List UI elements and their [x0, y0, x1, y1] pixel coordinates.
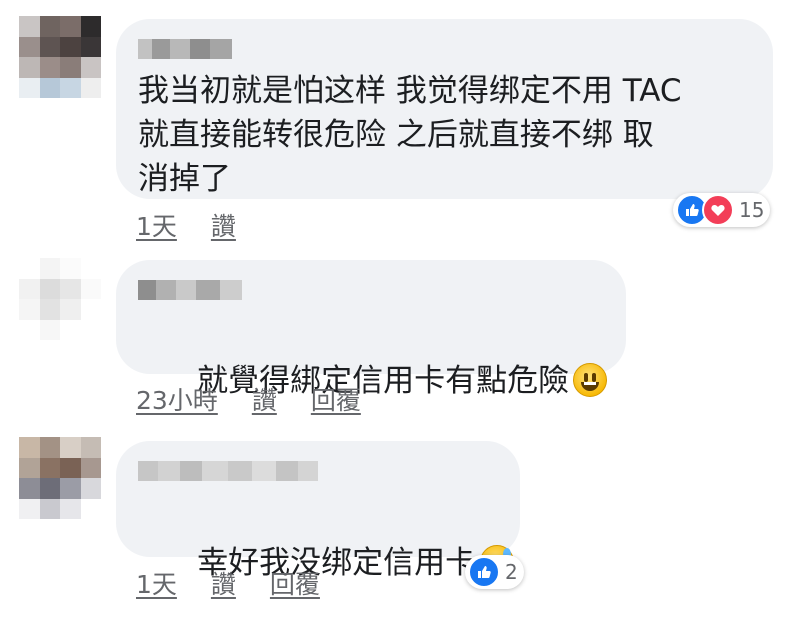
timestamp-link[interactable]: 23小時 — [136, 381, 218, 417]
comment-text: 幸好我没绑定信用卡 — [138, 497, 515, 629]
comment-bubble: 我当初就是怕这样 我觉得绑定不用 TAC 就直接能转很危险 之后就直接不绑 取 … — [116, 19, 773, 199]
timestamp-link[interactable]: 1天 — [136, 207, 177, 243]
author-name-blurred[interactable] — [138, 280, 242, 300]
like-button[interactable]: 讚 — [252, 381, 277, 417]
reaction-summary[interactable]: 15 — [673, 193, 771, 227]
author-name-blurred[interactable] — [138, 461, 318, 481]
comment-actions: 1天 讚 回覆 — [136, 565, 320, 601]
reply-button[interactable]: 回覆 — [270, 565, 320, 601]
avatar[interactable] — [19, 437, 101, 519]
comment-text: 我当初就是怕这样 我觉得绑定不用 TAC 就直接能转很危险 之后就直接不绑 取 … — [138, 73, 682, 197]
avatar[interactable] — [19, 258, 101, 340]
like-button[interactable]: 讚 — [211, 207, 236, 243]
comment-actions: 1天 讚 — [136, 207, 236, 243]
love-icon — [702, 194, 734, 226]
reply-button[interactable]: 回覆 — [311, 381, 361, 417]
timestamp-link[interactable]: 1天 — [136, 565, 177, 601]
smiling-face-icon — [573, 363, 608, 397]
author-name-blurred[interactable] — [138, 39, 232, 59]
reaction-summary[interactable]: 2 — [465, 555, 524, 589]
comment-actions: 23小時 讚 回覆 — [136, 381, 361, 417]
comment-bubble: 幸好我没绑定信用卡 — [116, 441, 520, 581]
like-button[interactable]: 讚 — [211, 565, 236, 601]
avatar[interactable] — [19, 16, 101, 98]
reaction-count: 15 — [739, 198, 765, 222]
reaction-count: 2 — [505, 560, 518, 584]
like-icon — [468, 556, 500, 588]
comment-bubble: 就覺得綁定信用卡有點危險 — [116, 260, 626, 399]
